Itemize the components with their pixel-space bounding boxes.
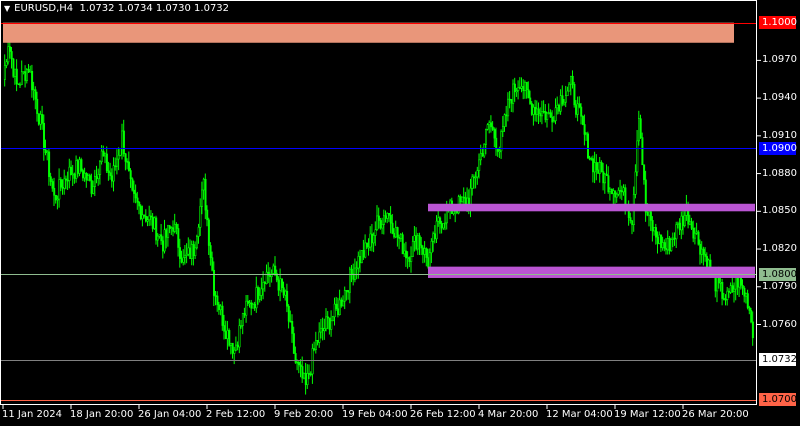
ohlc-values: 1.0732 1.0734 1.0730 1.0732	[79, 3, 230, 14]
y-tick-label: 1.0760	[762, 318, 797, 330]
y-tick-label: 1.0940	[762, 92, 797, 104]
candle	[17, 83, 20, 86]
candle	[119, 148, 122, 157]
resistance-zone-1.1000[interactable]	[3, 22, 734, 43]
x-tick-label: 26 Feb 12:00	[410, 409, 476, 420]
price-chart[interactable]	[0, 0, 800, 426]
x-tick-label: 19 Feb 04:00	[342, 409, 408, 420]
candle	[196, 234, 199, 250]
x-tick-label: 26 Mar 20:00	[682, 409, 749, 420]
zone-1.0853[interactable]	[428, 203, 755, 212]
x-tick-label: 11 Jan 2024	[2, 409, 62, 420]
chart-background	[0, 0, 800, 426]
y-tick-label: 1.0880	[762, 167, 797, 179]
candle	[37, 113, 40, 126]
x-tick-label: 2 Feb 12:00	[206, 409, 266, 420]
price-tag-1.0800: 1.0800	[759, 267, 797, 281]
candle	[303, 372, 306, 380]
chart-header: ▼ EURUSD,H4 1.0732 1.0734 1.0730 1.0732	[4, 2, 229, 16]
candle	[228, 328, 231, 347]
x-tick-label: 12 Mar 04:00	[546, 409, 613, 420]
candle	[697, 230, 700, 246]
candle	[155, 215, 158, 245]
x-tick-label: 4 Mar 20:00	[478, 409, 539, 420]
candle	[139, 204, 142, 221]
candle	[750, 307, 753, 324]
candle	[610, 188, 613, 195]
candle	[573, 81, 576, 108]
zone-1.0803[interactable]	[428, 266, 755, 278]
price-tag-1.0900: 1.0900	[759, 141, 797, 155]
candle	[670, 237, 673, 252]
y-tick-label: 1.0970	[762, 54, 797, 66]
candle	[586, 131, 589, 159]
candle	[131, 177, 134, 192]
candle	[530, 101, 533, 116]
candle	[401, 232, 404, 255]
price-tag-1.0700: 1.0700	[759, 393, 797, 407]
candle	[78, 156, 81, 177]
candle	[331, 315, 334, 322]
x-tick-label: 18 Jan 20:00	[70, 409, 134, 420]
x-tick-label: 9 Feb 20:00	[274, 409, 334, 420]
price-tag-1.1000: 1.1000	[759, 16, 797, 30]
y-tick-label: 1.0820	[762, 243, 797, 255]
price-tag-1.0732: 1.0732	[759, 353, 797, 367]
candle	[360, 250, 363, 264]
x-tick-label: 19 Mar 12:00	[614, 409, 681, 420]
candle	[12, 57, 15, 78]
candle	[153, 216, 156, 230]
candle	[581, 115, 584, 126]
symbol-timeframe: EURUSD,H4	[14, 3, 74, 14]
y-tick-label: 1.0910	[762, 129, 797, 141]
candle	[483, 143, 486, 159]
y-tick-label: 1.0790	[762, 280, 797, 292]
y-tick-label: 1.0850	[762, 205, 797, 217]
candle	[80, 157, 83, 173]
x-tick-label: 26 Jan 04:00	[138, 409, 202, 420]
dropdown-triangle-icon[interactable]: ▼	[4, 4, 10, 13]
